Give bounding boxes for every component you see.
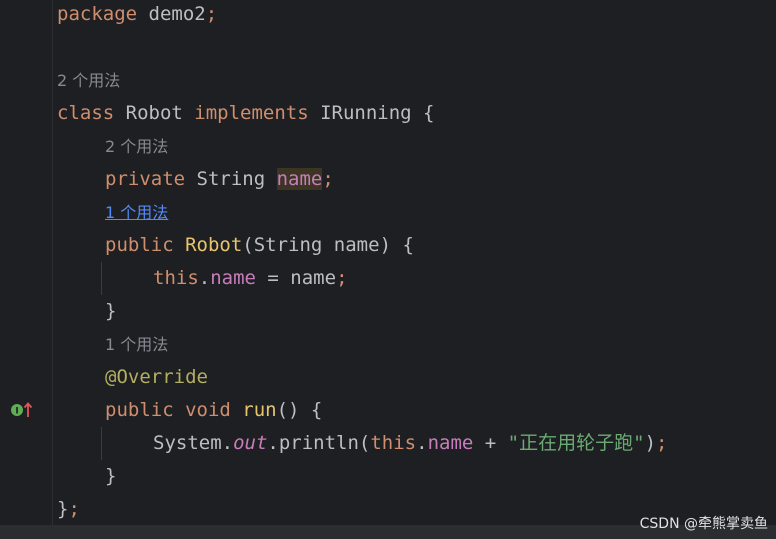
code-line-close-class: };	[57, 498, 80, 520]
code-line-run: public void run() {	[105, 399, 323, 421]
code-line-print: System.out.println(this.name + "正在用轮子跑")…	[153, 432, 668, 454]
code-line-annotation: @Override	[105, 366, 208, 388]
code-line-close-constructor: }	[105, 300, 117, 322]
usage-hint-constructor[interactable]: 1 个用法	[105, 196, 168, 229]
code-line-assign: this.name = name;	[153, 267, 348, 289]
usage-hint-run[interactable]: 1 个用法	[105, 328, 168, 361]
implements-method-icon[interactable]: I	[10, 401, 36, 419]
watermark: CSDN @牵熊掌卖鱼	[639, 516, 768, 532]
usage-hint-class[interactable]: 2 个用法	[57, 64, 120, 97]
code-line-constructor: public Robot(String name) {	[105, 234, 414, 256]
code-line-package: package demo2;	[57, 3, 218, 25]
code-line-class: class Robot implements IRunning {	[57, 102, 435, 124]
usage-hint-field[interactable]: 2 个用法	[105, 130, 168, 163]
svg-text:I: I	[15, 407, 18, 417]
indent-guide	[101, 427, 102, 460]
gutter-border	[52, 0, 53, 539]
code-line-field: private String name;	[105, 168, 334, 190]
code-line-close-run: }	[105, 465, 117, 487]
indent-guide	[101, 262, 102, 295]
line-gutter	[0, 0, 52, 539]
